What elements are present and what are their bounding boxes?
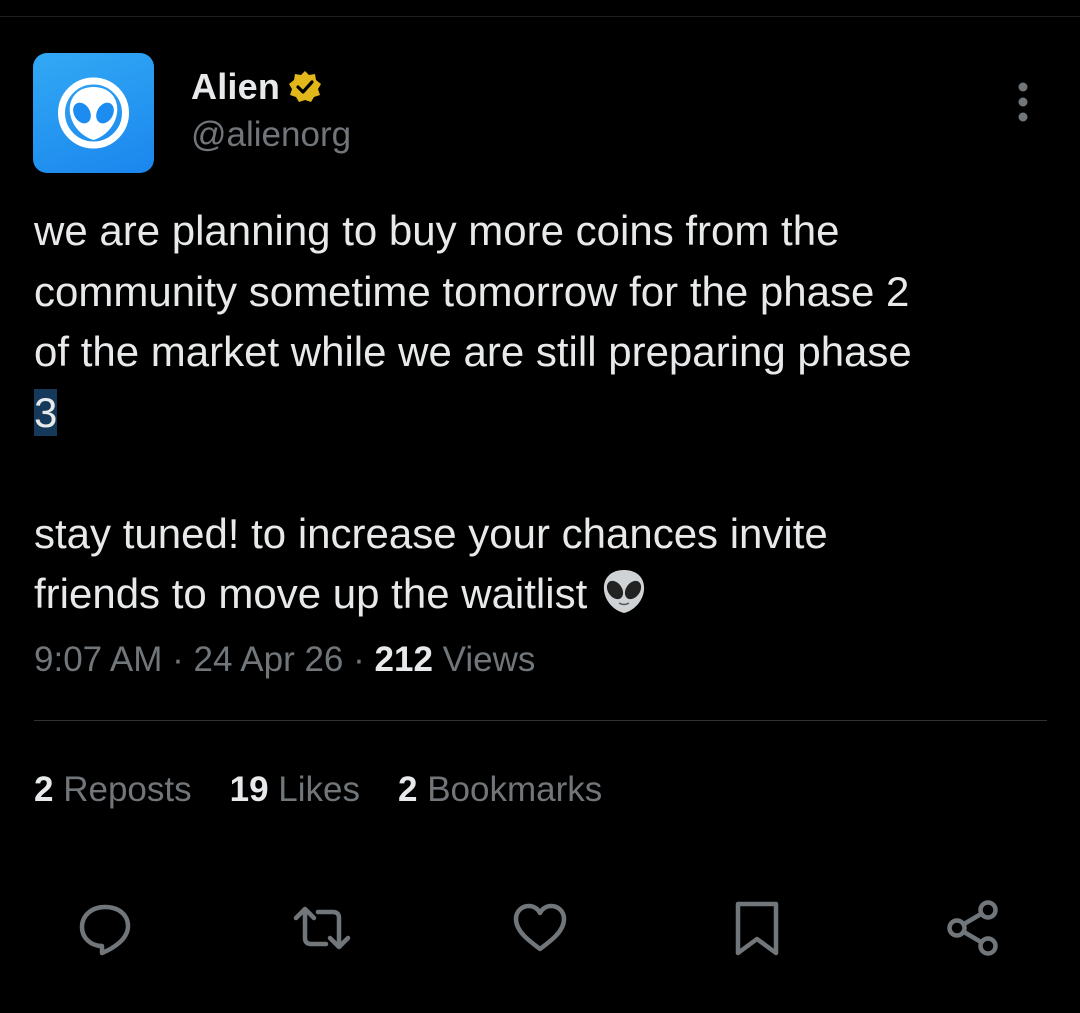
avatar[interactable] <box>33 53 154 173</box>
tweet-date[interactable]: 24 Apr 26 <box>194 640 344 679</box>
tweet-meta: 9:07 AM · 24 Apr 26 · 212 Views <box>34 640 535 680</box>
like-icon[interactable] <box>510 898 570 958</box>
tweet-line: community sometime tomorrow for the phas… <box>34 267 910 315</box>
tweet-time[interactable]: 9:07 AM <box>34 640 162 679</box>
bookmarks-count: 2 <box>398 770 418 809</box>
tweet-line: friends to move up the waitlist <box>34 570 588 617</box>
tweet-line: of the market while we are still prepari… <box>34 328 912 375</box>
alien-face-icon <box>58 77 129 149</box>
top-divider <box>0 16 1080 17</box>
divider <box>34 720 1047 721</box>
tweet-text: we are planning to buy more coins from t… <box>34 201 1054 625</box>
likes-count: 19 <box>229 770 269 809</box>
bookmarks-label: Bookmarks <box>427 770 603 809</box>
tweet-line: we are planning to buy more coins from t… <box>34 207 840 254</box>
alien-emoji-icon <box>603 570 645 613</box>
author-name-row[interactable]: Alien <box>191 66 322 108</box>
selected-text: 3 <box>34 388 58 436</box>
engagement-stats: 2 Reposts 19 Likes 2 Bookmarks <box>34 770 602 810</box>
bookmark-icon[interactable] <box>727 898 787 958</box>
separator: · <box>172 640 184 679</box>
views-count: 212 <box>374 640 433 679</box>
verified-badge-icon <box>289 71 322 102</box>
more-options-icon[interactable] <box>1006 80 1040 126</box>
likes-label: Likes <box>278 770 360 809</box>
views-label: Views <box>442 640 536 679</box>
bookmarks-stat[interactable]: 2 Bookmarks <box>398 770 602 810</box>
share-icon[interactable] <box>943 898 1003 958</box>
handle[interactable]: @alienorg <box>191 115 351 155</box>
reply-icon[interactable] <box>75 898 135 958</box>
separator: · <box>353 640 365 679</box>
repost-icon[interactable] <box>292 898 352 958</box>
likes-stat[interactable]: 19 Likes <box>230 770 360 810</box>
tweet-line: stay tuned! to increase your chances inv… <box>34 509 828 557</box>
reposts-stat[interactable]: 2 Reposts <box>34 770 192 810</box>
reposts-label: Reposts <box>63 770 192 809</box>
reposts-count: 2 <box>34 770 54 809</box>
display-name[interactable]: Alien <box>191 66 280 108</box>
